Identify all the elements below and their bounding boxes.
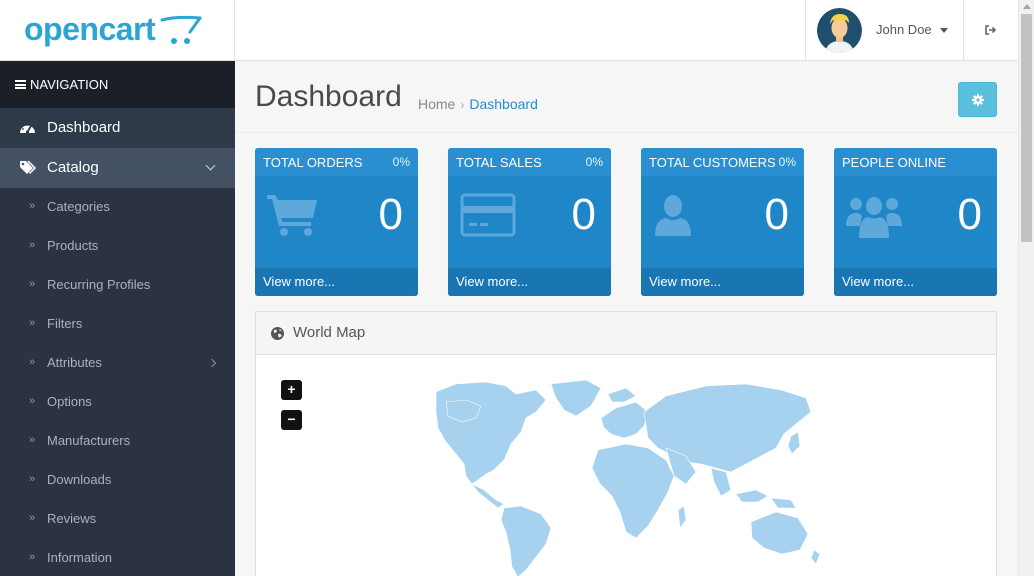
sidebar-item-recurring-profiles[interactable]: » Recurring Profiles: [0, 266, 235, 305]
world-map-panel: World Map + −: [255, 311, 997, 576]
tile-total-orders: TOTAL ORDERS 0% 0 View more...: [255, 148, 418, 296]
sidebar-item-filters[interactable]: » Filters: [0, 305, 235, 344]
tile-heading: TOTAL CUSTOMERS 0%: [641, 148, 804, 176]
tile-view-more-link[interactable]: View more...: [641, 268, 804, 296]
double-chevron-right-icon: »: [29, 512, 36, 524]
double-chevron-right-icon: »: [29, 395, 36, 407]
tile-heading: PEOPLE ONLINE: [834, 148, 997, 176]
breadcrumb-home-link[interactable]: Home: [418, 96, 455, 112]
menu-bars-icon: [15, 80, 26, 89]
shopping-cart-icon: [267, 195, 317, 236]
sidebar-item-catalog[interactable]: Catalog: [0, 148, 235, 188]
double-chevron-right-icon: »: [29, 473, 36, 485]
map-zoom-out-button[interactable]: −: [281, 410, 302, 430]
sidebar-item-attributes[interactable]: » Attributes: [0, 344, 235, 383]
tile-percent: 0%: [778, 155, 796, 169]
map-zoom-in-button[interactable]: +: [281, 380, 302, 400]
dashboard-gauge-icon: [20, 124, 35, 134]
double-chevron-right-icon: »: [29, 239, 36, 251]
user-avatar: [817, 8, 862, 53]
double-chevron-right-icon: »: [29, 278, 36, 290]
tags-icon: [20, 160, 37, 174]
sign-out-icon: [985, 25, 997, 35]
user-name: John Doe: [876, 22, 932, 37]
page-title: Dashboard: [255, 80, 402, 113]
tile-value: 0: [378, 190, 403, 239]
user-icon: [655, 195, 691, 236]
sidebar-item-options[interactable]: » Options: [0, 383, 235, 422]
tile-view-more-link[interactable]: View more...: [255, 268, 418, 296]
sidebar-item-products[interactable]: » Products: [0, 227, 235, 266]
tile-value: 0: [764, 190, 789, 239]
double-chevron-right-icon: »: [29, 434, 36, 446]
caret-down-icon: [940, 28, 948, 33]
top-header: opencart John Doe: [0, 0, 1018, 61]
sidebar-item-categories[interactable]: » Categories: [0, 188, 235, 227]
dashboard-settings-button[interactable]: [958, 82, 997, 117]
tile-people-online: PEOPLE ONLINE 0 View more...: [834, 148, 997, 296]
tile-total-sales: TOTAL SALES 0% 0 View more...: [448, 148, 611, 296]
cog-icon: [972, 94, 984, 106]
double-chevron-right-icon: »: [29, 200, 36, 212]
double-chevron-right-icon: »: [29, 356, 36, 368]
world-map[interactable]: [386, 372, 826, 576]
breadcrumb-separator-icon: ›: [460, 98, 465, 112]
breadcrumb-current-link[interactable]: Dashboard: [469, 96, 538, 112]
double-chevron-right-icon: »: [29, 551, 36, 563]
sidebar-item-manufacturers[interactable]: » Manufacturers: [0, 422, 235, 461]
sidebar-item-dashboard[interactable]: Dashboard: [0, 108, 235, 148]
tile-heading: TOTAL ORDERS 0%: [255, 148, 418, 176]
tile-total-customers: TOTAL CUSTOMERS 0% 0 View more...: [641, 148, 804, 296]
users-group-icon: [846, 197, 902, 238]
tile-percent: 0%: [585, 155, 603, 169]
tile-heading: TOTAL SALES 0%: [448, 148, 611, 176]
breadcrumb: Home › Dashboard: [418, 96, 538, 112]
opencart-logo[interactable]: opencart: [0, 0, 235, 60]
page-scrollbar[interactable]: [1018, 0, 1034, 576]
panel-title: World Map: [293, 324, 366, 341]
sidebar-item-label: Dashboard: [47, 119, 121, 136]
logout-button[interactable]: [963, 0, 1018, 60]
tile-value: 0: [571, 190, 596, 239]
navigation-heading[interactable]: NAVIGATION: [0, 61, 235, 108]
panel-heading: World Map: [256, 312, 996, 355]
globe-icon: [271, 327, 284, 340]
tile-view-more-link[interactable]: View more...: [448, 268, 611, 296]
user-menu-dropdown[interactable]: John Doe: [805, 0, 963, 60]
page-header: Dashboard Home › Dashboard: [235, 61, 1018, 133]
sidebar-item-information[interactable]: » Information: [0, 539, 235, 576]
scroll-up-icon[interactable]: [1023, 4, 1031, 9]
sidebar-item-downloads[interactable]: » Downloads: [0, 461, 235, 500]
tile-value: 0: [957, 190, 982, 239]
sidebar-item-reviews[interactable]: » Reviews: [0, 500, 235, 539]
sidebar-navigation: NAVIGATION Dashboard Catalog » Categorie…: [0, 61, 235, 576]
cart-logo-icon: [160, 15, 202, 44]
sidebar-item-label: Catalog: [47, 159, 99, 176]
tile-percent: 0%: [392, 155, 410, 169]
scrollbar-thumb[interactable]: [1021, 14, 1032, 242]
chevron-right-icon: [207, 358, 217, 368]
logo-text: opencart: [24, 11, 156, 47]
credit-card-icon: [460, 193, 516, 237]
chevron-down-icon: [205, 160, 216, 171]
double-chevron-right-icon: »: [29, 317, 36, 329]
tile-view-more-link[interactable]: View more...: [834, 268, 997, 296]
